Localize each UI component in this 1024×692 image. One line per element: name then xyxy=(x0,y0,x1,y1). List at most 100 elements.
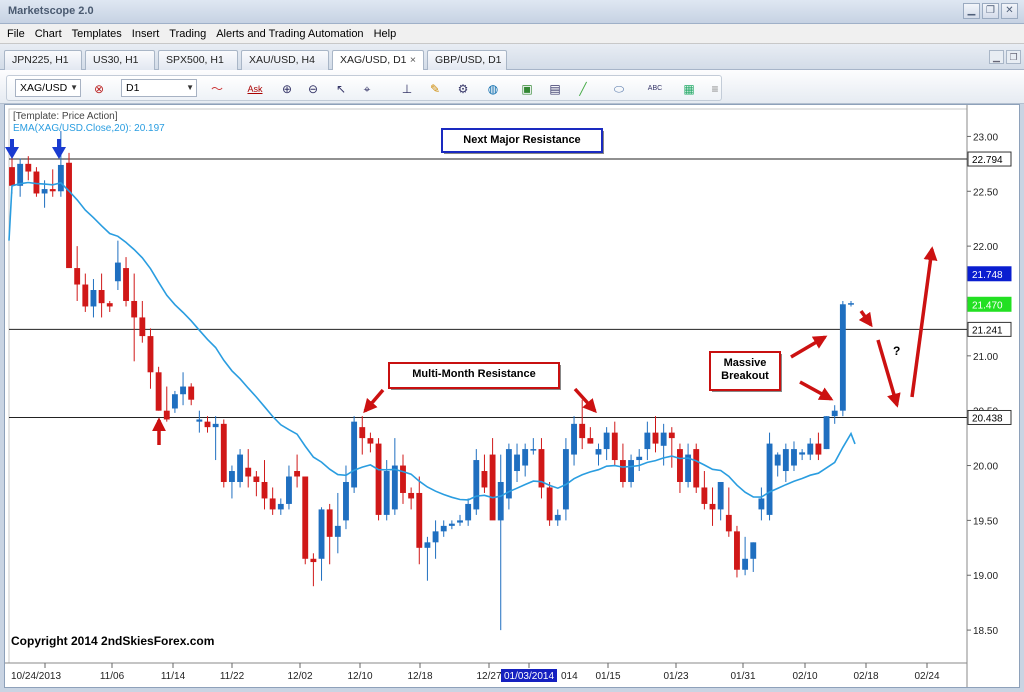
menu-chart[interactable]: Chart xyxy=(30,28,67,40)
bearish-candle xyxy=(74,268,81,285)
bearish-candle xyxy=(367,438,374,444)
bullish-candle xyxy=(791,449,797,466)
bearish-candle xyxy=(302,476,309,559)
indicator-icon[interactable]: ⊥ xyxy=(399,81,415,97)
bearish-candle xyxy=(546,487,553,521)
chart-area[interactable]: 23.0022.5022.0021.5021.0020.5020.0019.50… xyxy=(4,104,1020,688)
bullish-candle xyxy=(848,303,854,305)
bearish-candle xyxy=(261,481,268,499)
bullish-candle xyxy=(277,503,284,510)
arrow-to-multi-month-right xyxy=(573,387,597,414)
bearish-candle xyxy=(310,558,317,563)
tab-close-icon[interactable]: × xyxy=(410,51,416,69)
ask-price-button[interactable]: Ask xyxy=(245,81,265,97)
x-tick-label: 10/24/2013 xyxy=(11,671,61,682)
x-tick-label: 02/18 xyxy=(853,671,878,682)
globe-icon[interactable]: ◍ xyxy=(485,81,501,97)
menu-help[interactable]: Help xyxy=(369,28,402,40)
symbol-select[interactable]: XAG/USD ▼ xyxy=(15,79,81,97)
bullish-candle xyxy=(554,514,561,521)
y-tick-label: 21.00 xyxy=(973,352,998,363)
bullish-candle xyxy=(383,471,390,515)
multi-month-resistance-box-text: Multi-Month Resistance xyxy=(412,368,535,380)
bullish-candle xyxy=(424,542,431,548)
bearish-candle xyxy=(163,410,170,420)
bearish-candle xyxy=(652,432,659,444)
menu-file[interactable]: File xyxy=(2,28,30,40)
massive-breakout-box-text: Massive xyxy=(724,357,767,369)
bullish-candle xyxy=(839,304,846,411)
tab-spx500[interactable]: SPX500, H1 xyxy=(158,50,238,70)
zoom-in-icon[interactable]: ⊕ xyxy=(279,81,295,97)
x-tick-label: 02/10 xyxy=(792,671,817,682)
timeframe-select[interactable]: D1 ▼ xyxy=(121,79,197,97)
image-icon[interactable]: ▣ xyxy=(519,81,535,97)
line-tool-icon[interactable]: ╱ xyxy=(575,81,591,97)
bearish-candle xyxy=(677,449,683,482)
tab-gbpusd[interactable]: GBP/USD, D1 xyxy=(427,50,507,70)
bearish-candle xyxy=(668,432,675,439)
price-chart[interactable]: 23.0022.5022.0021.5021.0020.5020.0019.50… xyxy=(5,105,1019,687)
symbol-value: XAG/USD xyxy=(20,82,68,94)
bearish-candle xyxy=(734,531,740,570)
minimize-icon[interactable]: ▁ xyxy=(963,3,980,19)
tab-label: GBP/USD, D1 xyxy=(435,54,502,66)
tab-xauusd[interactable]: XAU/USD, H4 xyxy=(241,50,329,70)
bullish-candle xyxy=(41,189,48,194)
note-icon[interactable]: ✎ xyxy=(427,81,443,97)
x-tick-label: 11/06 xyxy=(100,671,125,682)
chart-restore-icon[interactable]: ❐ xyxy=(1006,50,1021,64)
chart-minimize-icon[interactable]: ▁ xyxy=(989,50,1004,64)
bullish-candle xyxy=(628,460,635,482)
bullish-candle xyxy=(318,509,325,559)
more-tools-icon[interactable]: ≡ xyxy=(707,81,723,97)
bullish-candle xyxy=(391,465,398,510)
menu-templates[interactable]: Templates xyxy=(67,28,127,40)
bottom-strip xyxy=(0,688,1024,692)
menu-alerts[interactable]: Alerts and Trading Automation xyxy=(211,28,368,40)
cursor-icon[interactable]: ↖ xyxy=(333,81,349,97)
chart-type-icon[interactable]: 〜 xyxy=(209,81,225,97)
tab-xagusd[interactable]: XAG/USD, D1 × xyxy=(332,50,424,71)
zoom-out-icon[interactable]: ⊖ xyxy=(305,81,321,97)
price-label: 22.794 xyxy=(972,155,1003,166)
bearish-candle xyxy=(9,167,15,186)
bullish-candle xyxy=(807,443,814,455)
bearish-candle xyxy=(33,171,40,194)
bearish-candle xyxy=(359,427,366,439)
bearish-candle xyxy=(693,449,700,488)
menu-insert[interactable]: Insert xyxy=(127,28,165,40)
x-tick-label-highlight: 01/03/2014 xyxy=(504,671,554,682)
next-major-resistance-box-text: Next Major Resistance xyxy=(463,134,580,146)
bullish-candle xyxy=(17,163,24,186)
bullish-candle xyxy=(514,454,520,472)
bullish-candle xyxy=(717,481,724,510)
restore-icon[interactable]: ❐ xyxy=(982,3,999,19)
window-icon[interactable]: ▤ xyxy=(547,81,563,97)
tab-label: XAU/USD, H4 xyxy=(249,54,315,66)
bullish-candle xyxy=(766,443,773,515)
tab-us30[interactable]: US30, H1 xyxy=(85,50,155,70)
bearish-candle xyxy=(82,284,89,307)
bullish-candle xyxy=(497,481,504,521)
remove-indicator-icon[interactable]: ⊗ xyxy=(91,81,107,97)
fibonacci-icon[interactable]: ▦ xyxy=(681,81,697,97)
signal-icon[interactable]: ⚙ xyxy=(455,81,471,97)
menu-trading[interactable]: Trading xyxy=(164,28,211,40)
bullish-candle xyxy=(465,503,472,521)
ellipse-tool-icon[interactable]: ⬭ xyxy=(611,81,627,97)
bullish-candle xyxy=(562,449,569,510)
bullish-candle xyxy=(334,525,341,537)
timeframe-value: D1 xyxy=(126,82,140,94)
close-icon[interactable]: ✕ xyxy=(1001,3,1018,19)
text-tool-icon[interactable]: ABC xyxy=(647,81,663,97)
copyright-label: Copyright 2014 2ndSkiesForex.com xyxy=(11,634,214,648)
crosshair-icon[interactable]: ⌖ xyxy=(359,81,375,97)
bullish-candle xyxy=(237,454,244,482)
arrow-to-breakout-upper xyxy=(790,335,828,359)
tab-jpn225[interactable]: JPN225, H1 xyxy=(4,50,82,70)
x-tick-label: 12/27 xyxy=(476,671,501,682)
price-label: 20.438 xyxy=(972,413,1003,424)
bullish-candle xyxy=(530,449,537,451)
x-tick-label: 12/18 xyxy=(407,671,432,682)
